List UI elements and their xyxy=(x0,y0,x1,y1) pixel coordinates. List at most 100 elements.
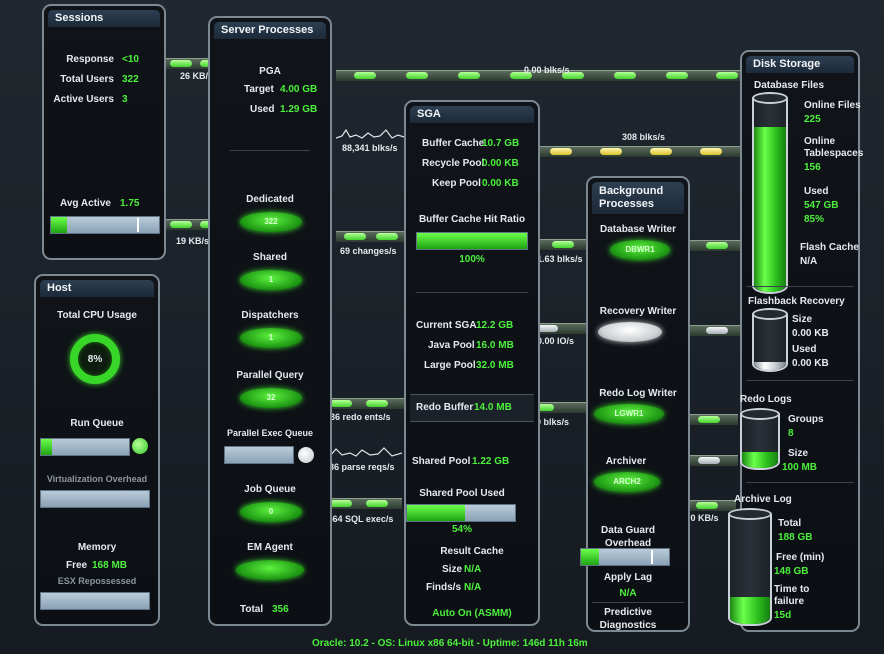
predictive-diagnostics-label: Predictive Diagnostics xyxy=(599,607,657,631)
hit-ratio-label: Buffer Cache Hit Ratio xyxy=(418,214,526,225)
archive-log-cylinder xyxy=(728,508,772,626)
parallel-exec-queue-bar xyxy=(224,446,294,464)
flashback-cylinder xyxy=(752,308,788,372)
flow-bg-disk-5 xyxy=(684,500,736,511)
hit-ratio-value: 100% xyxy=(459,254,485,265)
java-pool-label: Java Pool xyxy=(428,340,475,351)
redo-logs-cylinder xyxy=(740,408,780,470)
fb-used-label: Used xyxy=(792,344,817,355)
fb-size-value: 0.00 KB xyxy=(792,328,829,339)
redo-log-writer-label: Redo Log Writer xyxy=(599,388,677,399)
pga-target-value: 4.00 GB xyxy=(280,84,318,95)
flow-label-4: 88,341 blks/s xyxy=(342,143,398,153)
flow-bg-disk-3 xyxy=(682,414,738,425)
sessions-title: Sessions xyxy=(48,10,160,27)
esx-label: ESX Repossessed xyxy=(57,576,137,586)
server-processes-title: Server Processes xyxy=(214,22,326,39)
esx-bar xyxy=(40,592,150,610)
result-finds-value: N/A xyxy=(464,582,482,593)
result-size-value: N/A xyxy=(464,564,482,575)
server-processes-panel: Server Processes PGA Target 4.00 GB Used… xyxy=(208,16,332,626)
groups-label: Groups xyxy=(788,414,824,425)
shared-label: Shared xyxy=(253,252,287,263)
archiver-label: Archiver xyxy=(605,456,647,467)
memory-free-label: Free xyxy=(66,560,88,571)
avg-active-bar xyxy=(50,216,160,234)
current-sga-label: Current SGA xyxy=(416,320,477,331)
cpu-label: Total CPU Usage xyxy=(57,310,137,321)
fb-size-label: Size xyxy=(792,314,813,325)
sga-panel: SGA Buffer Cache 10.7 GB Recycle Pool 0.… xyxy=(404,100,540,626)
recycle-pool-value: 0.00 KB xyxy=(482,158,519,169)
buffer-cache-label: Buffer Cache xyxy=(422,138,485,149)
parallel-query-label: Parallel Query xyxy=(236,370,304,381)
flow-label-8: 0.00 IO/s xyxy=(537,336,575,346)
flow-label-6: 69 changes/s xyxy=(340,246,397,256)
job-queue-label: Job Queue xyxy=(244,484,296,495)
used-value: 547 GB xyxy=(804,200,839,211)
sessions-panel: Sessions Response <10 Total Users 322 Ac… xyxy=(42,4,166,260)
flow-sga-bg xyxy=(540,239,588,250)
run-queue-label: Run Queue xyxy=(70,418,124,429)
online-files-label: Online Files xyxy=(804,100,861,111)
data-guard-bar xyxy=(580,548,670,566)
job-queue-indicator: 0 xyxy=(240,502,302,522)
flow-sql-exec xyxy=(322,498,402,509)
flow-label-7: 1.63 blks/s xyxy=(537,254,583,264)
flow-label-9: 36 redo ents/s xyxy=(330,412,391,422)
flow-label-2: 19 KB/s xyxy=(176,236,210,246)
avg-active-fill xyxy=(51,217,68,233)
host-panel: Host Total CPU Usage 8% Run Queue Virtua… xyxy=(34,274,160,626)
flow-changes xyxy=(336,231,410,242)
time-to-failure-label: Time to failure xyxy=(774,584,810,607)
flow-label-5: 308 blks/s xyxy=(622,132,666,142)
apply-lag-label: Apply Lag xyxy=(603,572,653,583)
pga-used-label: Used xyxy=(250,104,275,115)
large-pool-label: Large Pool xyxy=(424,360,476,371)
database-files-cylinder xyxy=(752,92,788,294)
redo-logs-label: Redo Logs xyxy=(740,394,792,405)
online-files-value: 225 xyxy=(804,114,821,125)
dispatchers-label: Dispatchers xyxy=(241,310,299,321)
footer-status: Oracle: 10.2 - OS: Linux x86 64-bit - Up… xyxy=(312,638,588,649)
archive-free-value: 148 GB xyxy=(774,566,809,577)
disk-storage-title: Disk Storage xyxy=(746,56,854,73)
database-writer-indicator: DBWR1 xyxy=(610,240,670,260)
apply-lag-value: N/A xyxy=(619,588,637,599)
flow-bg-disk-4 xyxy=(682,455,738,466)
parallel-exec-queue-label: Parallel Exec Queue xyxy=(226,428,314,438)
response-label: Response xyxy=(66,54,114,65)
shared-pool-used-label: Shared Pool Used xyxy=(419,488,505,499)
flow-label-3: 0.00 blks/s xyxy=(524,65,570,75)
database-writer-label: Database Writer xyxy=(600,224,676,235)
run-queue-indicator xyxy=(132,438,148,454)
active-users-label: Active Users xyxy=(53,94,114,105)
response-value: <10 xyxy=(122,54,139,65)
archive-free-label: Free (min) xyxy=(776,552,825,563)
java-pool-value: 16.0 MB xyxy=(476,340,514,351)
keep-pool-label: Keep Pool xyxy=(432,178,481,189)
disk-storage-panel: Disk Storage Database Files Online Files… xyxy=(728,50,863,632)
memory-free-value: 168 MB xyxy=(92,560,128,571)
redo-buffer-label: Redo Buffer xyxy=(416,402,474,413)
total-users-label: Total Users xyxy=(60,74,114,85)
pga-used-value: 1.29 GB xyxy=(280,104,318,115)
flash-cache-value: N/A xyxy=(800,256,818,267)
sparkline-parse xyxy=(322,444,402,460)
archive-total-label: Total xyxy=(778,518,802,529)
virtualization-label: Virtualization Overhead xyxy=(46,474,148,484)
result-cache-label: Result Cache xyxy=(440,546,504,557)
memory-label: Memory xyxy=(77,542,117,553)
result-size-label: Size xyxy=(442,564,463,575)
parallel-query-indicator: 32 xyxy=(240,388,302,408)
redo-log-writer-indicator: LGWR1 xyxy=(594,404,664,424)
time-to-failure-value: 15d xyxy=(774,610,792,621)
flash-cache-label: Flash Cache xyxy=(800,242,859,253)
total-users-value: 322 xyxy=(122,74,139,85)
em-agent-indicator xyxy=(236,560,304,580)
sga-title: SGA xyxy=(410,106,534,123)
sparkline-blks xyxy=(336,126,410,142)
shared-indicator: 1 xyxy=(240,270,302,290)
shared-pool-value: 1.22 GB xyxy=(472,456,510,467)
recovery-writer-label: Recovery Writer xyxy=(599,306,677,317)
